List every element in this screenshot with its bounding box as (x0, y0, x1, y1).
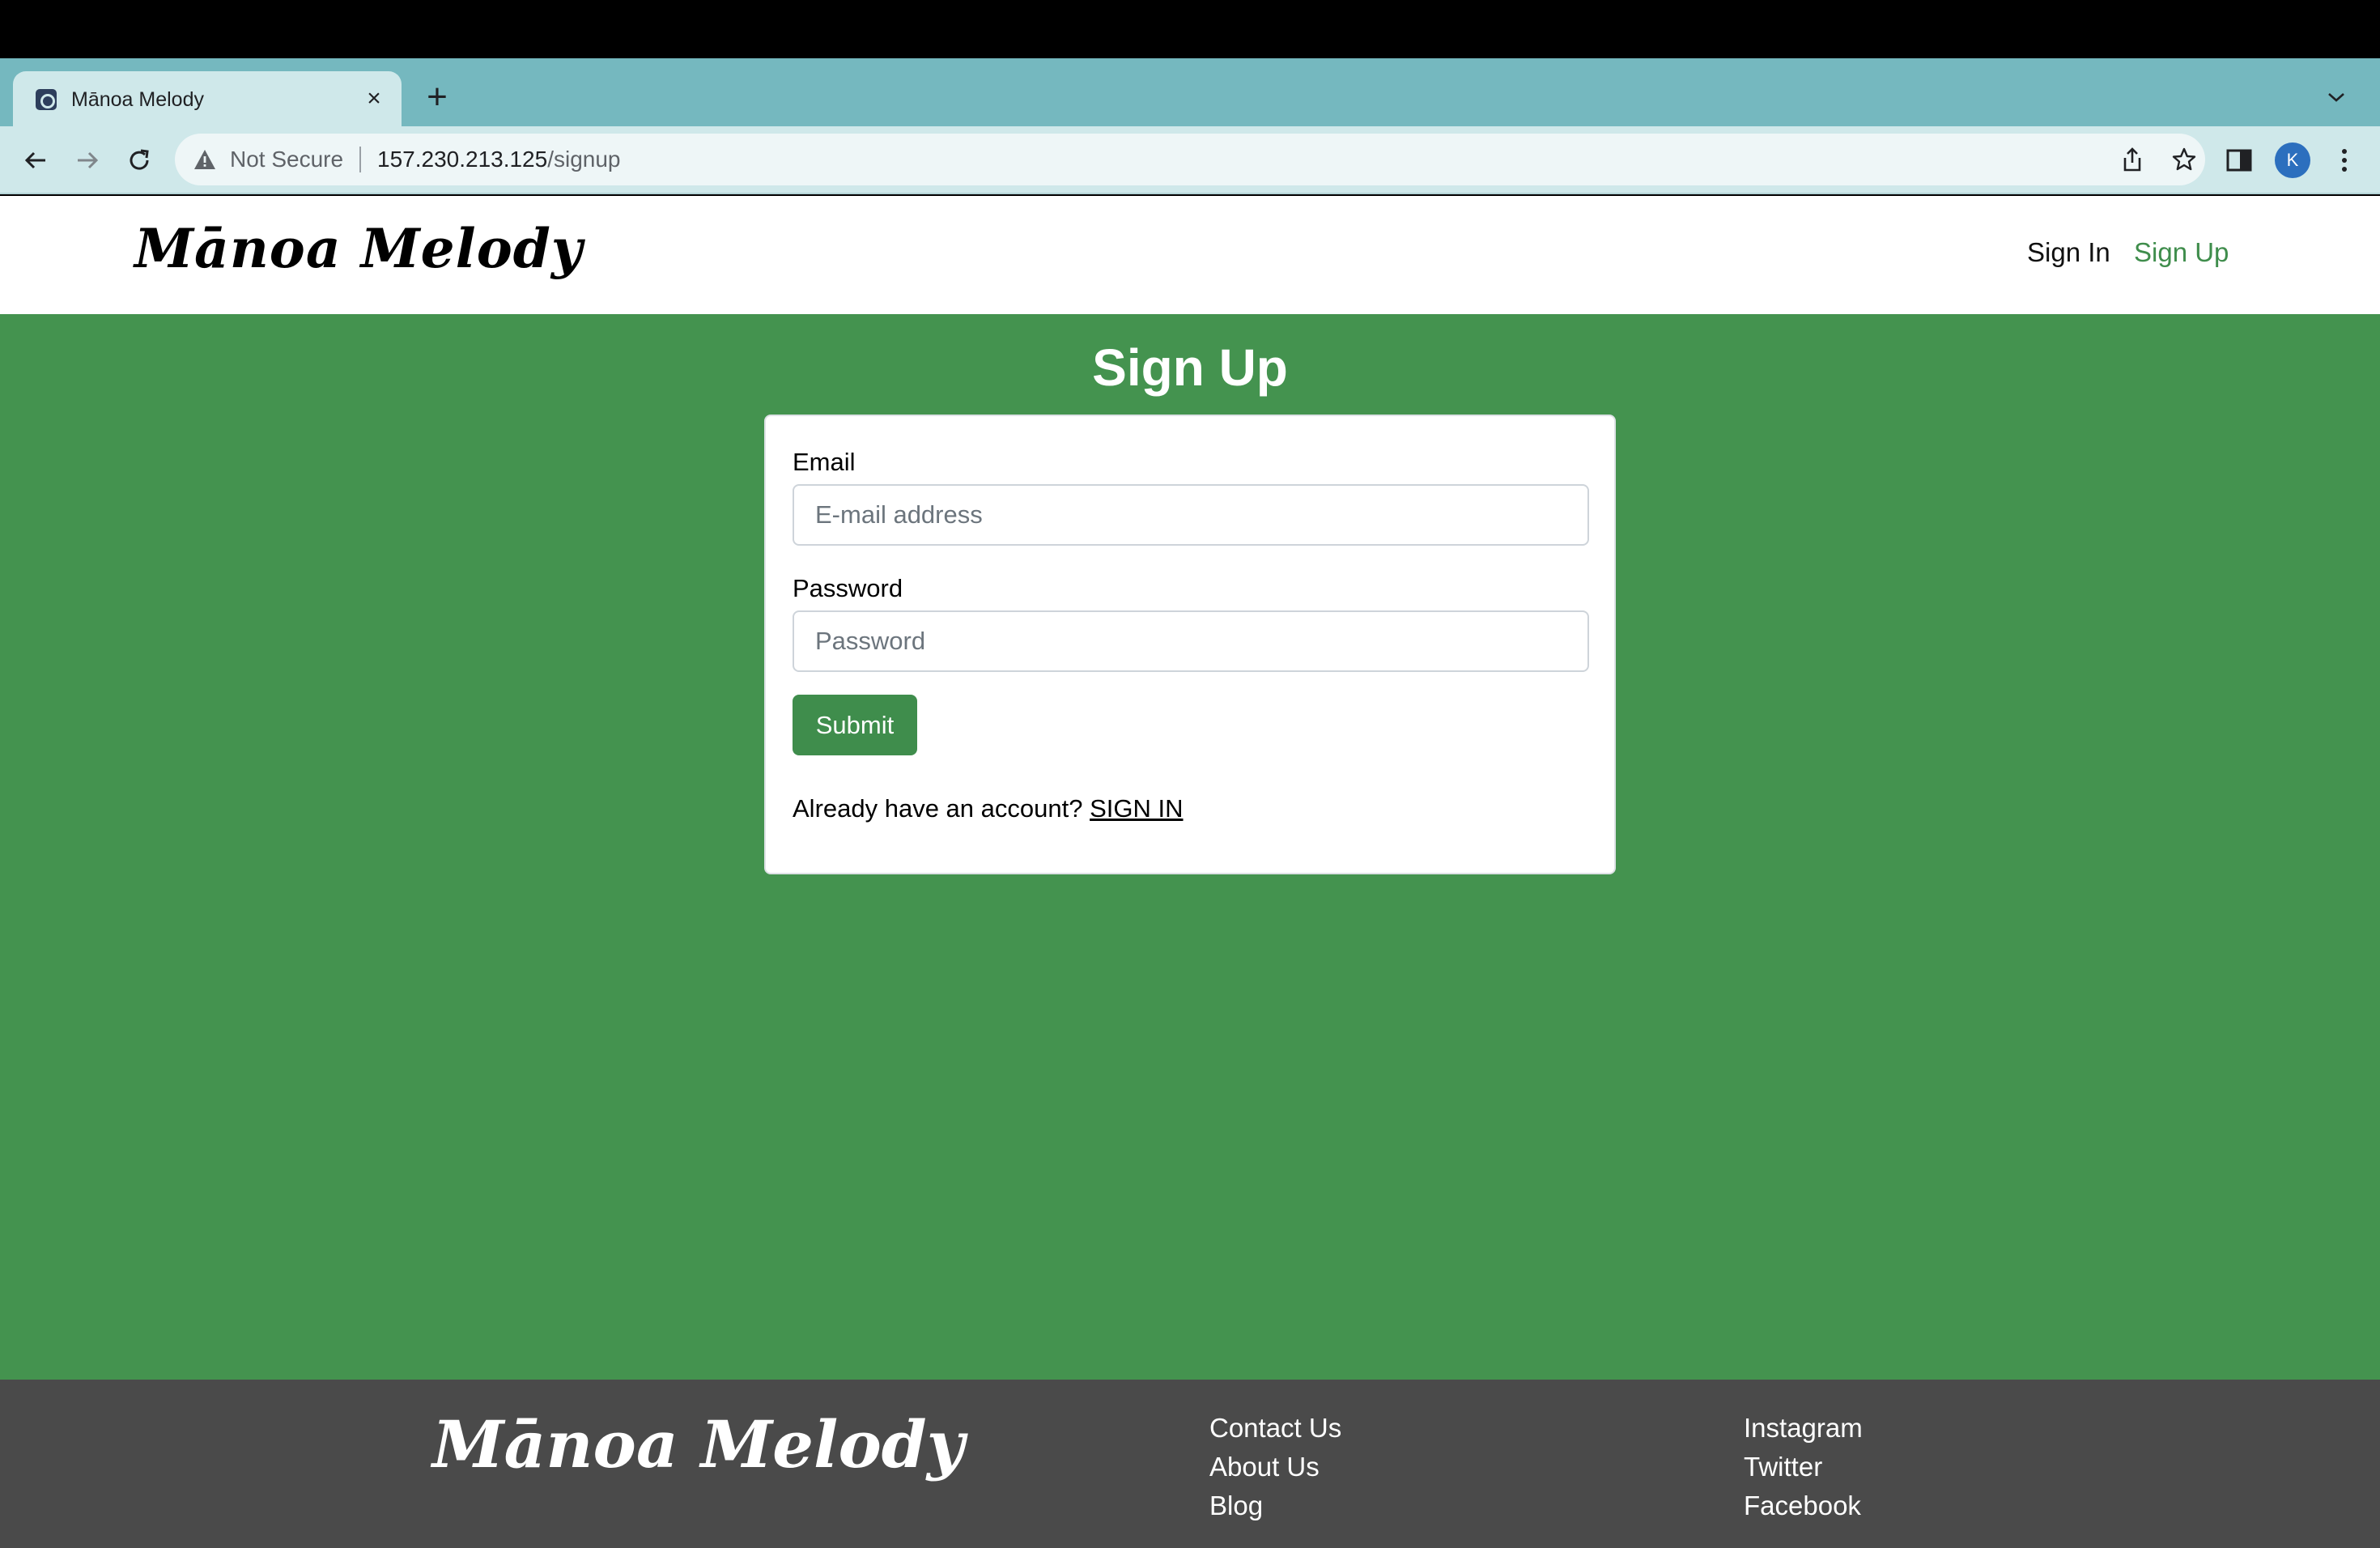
side-panel-icon[interactable] (2223, 144, 2255, 176)
footer-link-blog[interactable]: Blog (1209, 1486, 1341, 1525)
signin-prompt: Already have an account? SIGN IN (793, 793, 1184, 824)
menu-dots-icon[interactable] (2328, 144, 2361, 176)
url-text[interactable]: 157.230.213.125/signup (377, 147, 621, 172)
page-content: Mānoa Melody Sign In Sign Up Sign Up Ema… (0, 196, 2380, 1548)
new-tab-button[interactable]: + (418, 77, 457, 117)
footer-link-instagram[interactable]: Instagram (1744, 1409, 1863, 1448)
address-divider (359, 147, 361, 172)
share-icon[interactable] (2118, 145, 2147, 174)
footer-link-contact-us[interactable]: Contact Us (1209, 1409, 1341, 1448)
security-status[interactable]: Not Secure (230, 147, 343, 172)
nav-sign-in-link[interactable]: Sign In (2027, 236, 2110, 269)
back-arrow-icon[interactable] (16, 141, 55, 180)
bookmark-star-icon[interactable] (2170, 145, 2199, 174)
password-label: Password (793, 574, 903, 602)
footer-links-social: Instagram Twitter Facebook (1744, 1409, 1863, 1525)
sign-in-link[interactable]: SIGN IN (1090, 794, 1183, 823)
forward-arrow-icon[interactable] (68, 141, 107, 180)
tab-search-chevron-icon[interactable] (2320, 81, 2352, 113)
footer-link-about-us[interactable]: About Us (1209, 1448, 1341, 1486)
site-navbar: Mānoa Melody Sign In Sign Up (0, 196, 2380, 314)
close-icon[interactable]: × (358, 83, 390, 115)
tab-title: Mānoa Melody (71, 88, 204, 111)
tab-strip: Mānoa Melody × + (0, 58, 2380, 126)
nav-sign-up-link[interactable]: Sign Up (2134, 236, 2229, 269)
site-logo[interactable]: Mānoa Melody (134, 212, 583, 285)
favicon-icon (36, 89, 57, 110)
signin-prompt-text: Already have an account? (793, 794, 1083, 823)
site-footer: Mānoa Melody Contact Us About Us Blog In… (0, 1380, 2380, 1548)
screen-top-bar (0, 0, 2380, 58)
profile-avatar[interactable]: K (2275, 142, 2310, 178)
page-title: Sign Up (1092, 338, 1288, 397)
url-path: /signup (547, 147, 621, 172)
signup-form-card: Email Password Submit Already have an ac… (764, 415, 1616, 874)
footer-link-facebook[interactable]: Facebook (1744, 1486, 1863, 1525)
submit-button[interactable]: Submit (793, 695, 917, 755)
password-field[interactable] (793, 610, 1589, 672)
url-host: 157.230.213.125 (377, 147, 548, 172)
footer-logo: Mānoa Melody (432, 1406, 965, 1482)
footer-link-twitter[interactable]: Twitter (1744, 1448, 1863, 1486)
address-bar[interactable]: Not Secure 157.230.213.125/signup (175, 134, 2205, 185)
email-label: Email (793, 448, 856, 476)
browser-tab[interactable]: Mānoa Melody × (13, 71, 402, 126)
reload-icon[interactable] (120, 141, 159, 180)
email-field[interactable] (793, 484, 1589, 546)
warning-icon (193, 148, 217, 171)
footer-links-company: Contact Us About Us Blog (1209, 1409, 1341, 1525)
browser-toolbar: Not Secure 157.230.213.125/signup K (0, 126, 2380, 194)
